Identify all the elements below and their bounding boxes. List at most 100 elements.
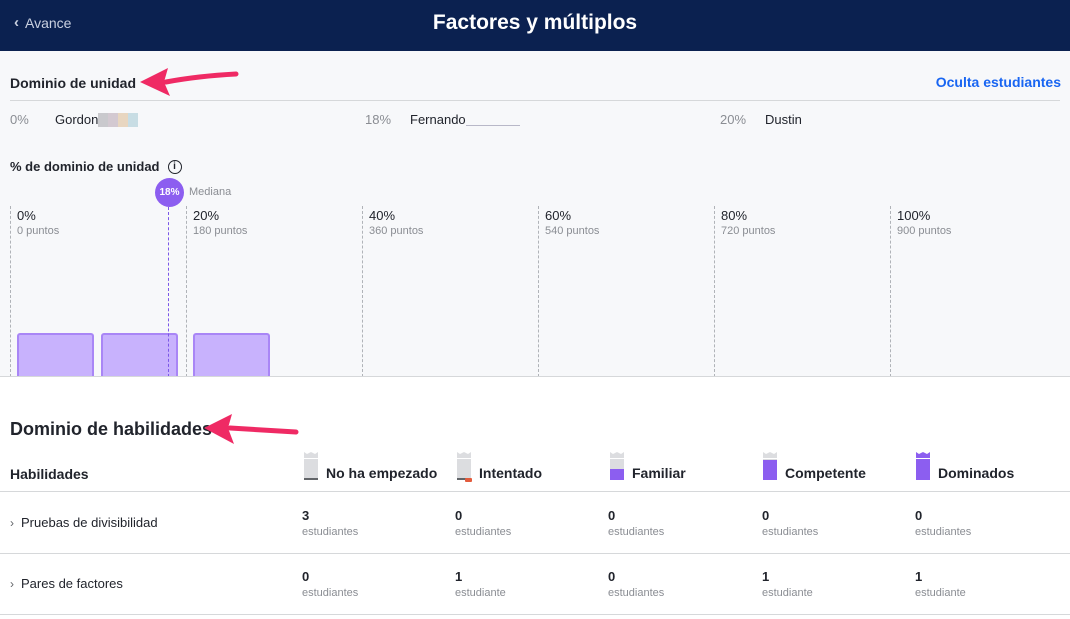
skill-cell: 1 estudiante <box>455 569 506 599</box>
student-name: Gordon <box>55 112 99 127</box>
level-label: Intentado <box>479 465 542 481</box>
student-entry: 0% Gordon <box>10 112 139 127</box>
student-name: Fernando <box>410 112 466 127</box>
skill-cell: 0 estudiantes <box>608 508 664 538</box>
skill-cell: 0 estudiantes <box>302 569 358 599</box>
annotation-arrow-icon <box>140 68 239 96</box>
grid-line <box>538 206 539 376</box>
skill-row-toggle[interactable]: › Pares de factores <box>10 576 123 591</box>
tick-percent-label: 20% <box>193 208 220 223</box>
student-pct: 20% <box>720 112 747 127</box>
grid-line <box>890 206 891 376</box>
level-not-started-icon <box>303 452 319 482</box>
student-count: 0 <box>302 569 310 584</box>
histogram-bar[interactable] <box>193 333 270 376</box>
student-count-unit: estudiantes <box>608 526 665 538</box>
tick-percent-label: 60% <box>545 208 572 223</box>
student-count-unit: estudiantes <box>302 526 359 538</box>
student-count-unit: estudiantes <box>915 526 972 538</box>
tick-points-label: 720 puntos <box>721 225 776 237</box>
level-label: No ha empezado <box>326 465 438 481</box>
mastery-chart-label: % de dominio de unidad i <box>10 159 182 174</box>
grid-line <box>186 206 187 376</box>
student-entry: 20% Dustin <box>720 112 802 127</box>
level-proficient-icon <box>762 452 778 482</box>
level-attempted-icon <box>456 452 472 482</box>
blurred-surname <box>465 125 520 126</box>
top-bar: ‹ Avance Factores y múltiplos <box>0 0 1070 51</box>
level-header-mastered: Dominados <box>915 452 1014 482</box>
grid-line <box>10 206 11 376</box>
student-count-unit: estudiante <box>455 587 506 599</box>
histogram-bar[interactable] <box>17 333 94 376</box>
chevron-right-icon: › <box>10 576 14 591</box>
student-count-unit: estudiantes <box>762 526 819 538</box>
divider <box>0 553 1070 554</box>
level-header-familiar: Familiar <box>609 452 686 482</box>
histogram-bar[interactable] <box>101 333 178 376</box>
mastery-chart-title: % de dominio de unidad <box>10 159 160 174</box>
student-count: 0 <box>608 508 616 523</box>
student-count: 3 <box>302 508 310 523</box>
info-icon[interactable]: i <box>167 159 182 174</box>
level-header-proficient: Competente <box>762 452 866 482</box>
student-count-unit: estudiante <box>762 587 813 599</box>
median-label: Mediana <box>189 186 232 198</box>
page-title: Factores y múltiplos <box>432 11 638 34</box>
annotation-arrow-icon <box>204 414 299 444</box>
blurred-surname <box>98 112 139 127</box>
tick-points-label: 540 puntos <box>545 225 600 237</box>
student-pct: 0% <box>10 112 29 127</box>
student-count: 0 <box>455 508 463 523</box>
skill-cell: 0 estudiantes <box>915 508 971 538</box>
student-count-unit: estudiante <box>915 587 966 599</box>
skill-name: Pares de factores <box>21 576 123 591</box>
tick-points-label: 360 puntos <box>369 225 424 237</box>
grid-line <box>362 206 363 376</box>
student-count-unit: estudiantes <box>608 587 665 599</box>
hide-students-link[interactable]: Oculta estudiantes <box>936 74 1061 90</box>
skill-cell: 3 estudiantes <box>302 508 358 538</box>
grid-line <box>714 206 715 376</box>
level-label: Familiar <box>632 465 686 481</box>
level-header-attempted: Intentado <box>456 452 542 482</box>
skill-row-toggle[interactable]: › Pruebas de divisibilidad <box>10 515 158 530</box>
median-badge: 18% <box>155 178 184 207</box>
tick-percent-label: 80% <box>721 208 748 223</box>
skill-cell: 1 estudiante <box>915 569 966 599</box>
skill-cell: 0 estudiantes <box>762 508 818 538</box>
student-count: 0 <box>915 508 923 523</box>
student-count-unit: estudiantes <box>302 587 359 599</box>
student-count: 1 <box>455 569 463 584</box>
divider <box>0 614 1070 615</box>
tick-percent-label: 100% <box>897 208 931 223</box>
tick-percent-label: 40% <box>369 208 396 223</box>
tick-percent-label: 0% <box>17 208 36 223</box>
tick-points-label: 900 puntos <box>897 225 952 237</box>
chevron-right-icon: › <box>10 515 14 530</box>
student-count: 1 <box>762 569 770 584</box>
skills-column-header: Habilidades <box>10 466 89 482</box>
skills-mastery-heading: Dominio de habilidades <box>10 419 213 439</box>
level-familiar-icon <box>609 452 625 482</box>
skill-cell: 0 estudiantes <box>608 569 664 599</box>
skill-name: Pruebas de divisibilidad <box>21 515 158 530</box>
level-label: Dominados <box>938 465 1015 481</box>
tick-points-label: 0 puntos <box>17 225 60 237</box>
student-count: 1 <box>915 569 923 584</box>
median-line <box>168 207 169 376</box>
divider <box>10 100 1060 101</box>
student-pct: 18% <box>365 112 392 127</box>
student-count: 0 <box>762 508 770 523</box>
tick-points-label: 180 puntos <box>193 225 248 237</box>
skill-cell: 0 estudiantes <box>455 508 511 538</box>
student-count-unit: estudiantes <box>455 526 512 538</box>
student-count: 0 <box>608 569 616 584</box>
student-name: Dustin <box>765 112 802 127</box>
unit-mastery-heading: Dominio de unidad <box>10 75 136 91</box>
level-header-not-started: No ha empezado <box>303 452 437 482</box>
skill-cell: 1 estudiante <box>762 569 813 599</box>
level-label: Competente <box>785 465 866 481</box>
level-mastered-icon <box>915 452 931 482</box>
divider <box>0 491 1070 492</box>
